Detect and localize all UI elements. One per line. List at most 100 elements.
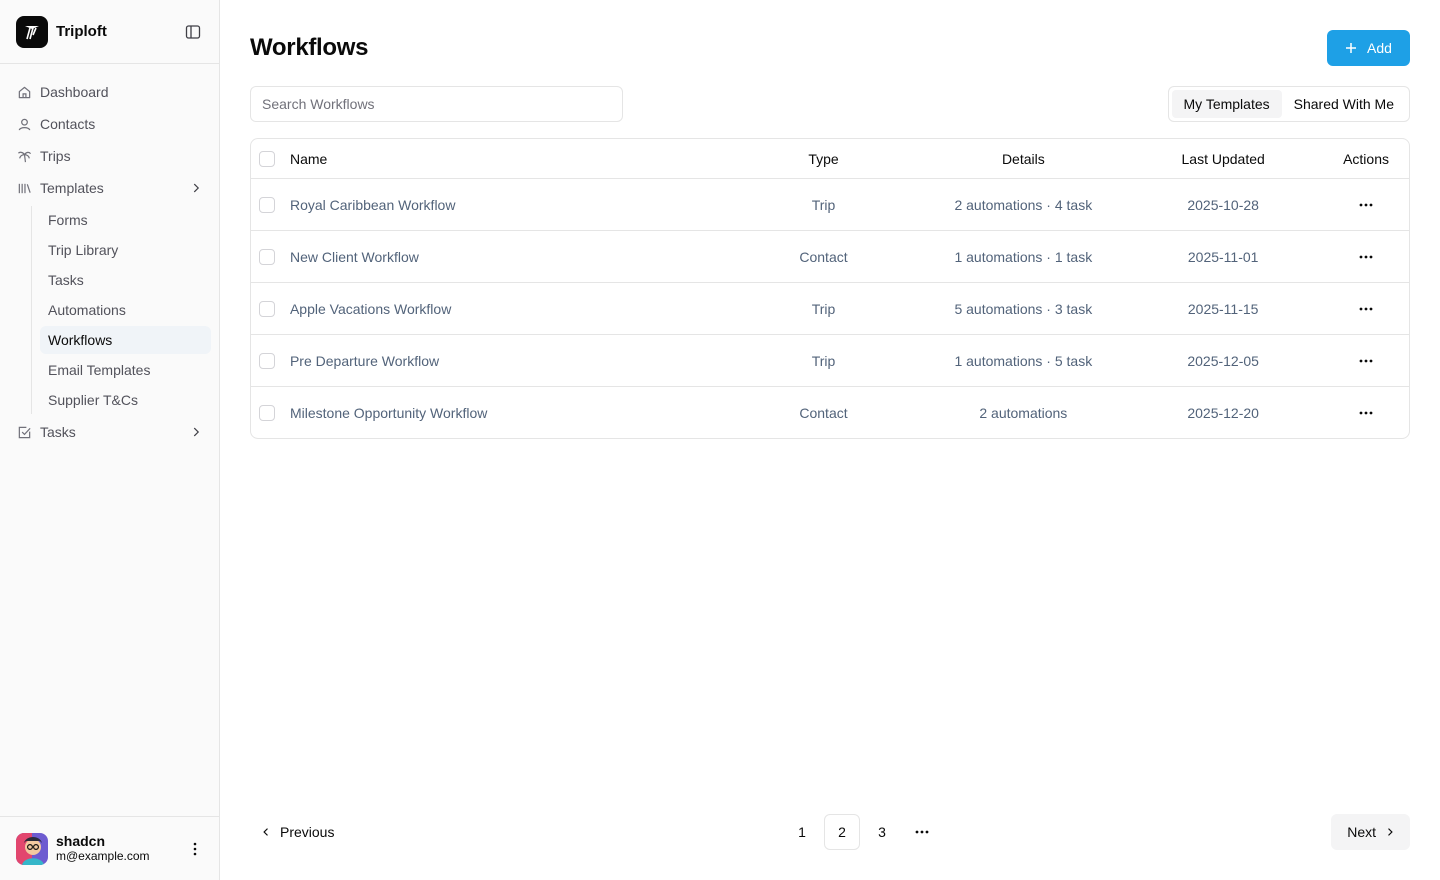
avatar [16, 832, 48, 865]
page-1-button[interactable]: 1 [784, 814, 820, 850]
logo-mark-icon [25, 25, 39, 39]
previous-page-button[interactable]: Previous [250, 814, 344, 850]
sidebar-item-trips[interactable]: Trips [8, 140, 211, 172]
column-header-actions: Actions [1343, 150, 1389, 167]
app-logo[interactable] [16, 15, 48, 48]
next-page-button[interactable]: Next [1331, 814, 1410, 850]
workflow-type: Contact [799, 248, 848, 265]
table-row[interactable]: New Client Workflow Contact 1 automation… [251, 230, 1409, 282]
table-row[interactable]: Apple Vacations Workflow Trip 5 automati… [251, 282, 1409, 334]
column-header-name[interactable]: Name [290, 151, 724, 167]
home-icon [16, 84, 32, 100]
sidebar-toggle-button[interactable] [183, 22, 203, 42]
sidebar: Triploft Dashboard Contacts Trips Templa… [0, 0, 220, 880]
workflow-name[interactable]: Royal Caribbean Workflow [290, 197, 724, 213]
more-horizontal-icon [1359, 411, 1373, 414]
workflow-last-updated: 2025-11-01 [1187, 248, 1259, 265]
add-button[interactable]: Add [1327, 30, 1410, 66]
row-checkbox[interactable] [259, 352, 275, 369]
chevron-right-icon [189, 181, 203, 195]
user-email: m@example.com [56, 848, 150, 863]
chevron-right-icon [189, 425, 203, 439]
more-vertical-icon [193, 842, 197, 855]
pagination: Previous 1 2 3 Next [250, 814, 1410, 850]
row-checkbox[interactable] [259, 300, 275, 317]
workflow-type: Trip [811, 196, 836, 213]
user-icon [16, 116, 32, 132]
square-check-icon [16, 424, 32, 440]
next-label: Next [1347, 824, 1376, 840]
chevron-right-icon [1384, 826, 1396, 838]
column-header-details[interactable]: Details [923, 151, 1123, 167]
table-row[interactable]: Pre Departure Workflow Trip 1 automation… [251, 334, 1409, 386]
sidebar-subitem-trip-library[interactable]: Trip Library [40, 236, 211, 264]
table-row[interactable]: Milestone Opportunity Workflow Contact 2… [251, 386, 1409, 438]
palm-tree-icon [16, 148, 32, 164]
more-horizontal-icon [1359, 307, 1373, 310]
sidebar-subitem-workflows[interactable]: Workflows [40, 326, 211, 354]
sidebar-item-templates[interactable]: Templates [8, 172, 211, 204]
sidebar-subitem-supplier-tcs[interactable]: Supplier T&Cs [40, 386, 211, 414]
row-checkbox[interactable] [259, 248, 275, 265]
page-2-button[interactable]: 2 [824, 814, 860, 850]
row-actions-button[interactable] [1354, 401, 1378, 425]
column-header-last-updated[interactable]: Last Updated [1123, 151, 1323, 167]
user-name: shadcn [56, 832, 106, 849]
workflow-last-updated: 2025-10-28 [1187, 196, 1259, 213]
workflow-type: Contact [799, 404, 848, 421]
workflow-name[interactable]: Milestone Opportunity Workflow [290, 405, 724, 421]
brand-header: Triploft [0, 0, 219, 64]
workflow-details: 2 automations [979, 404, 1068, 421]
row-actions-button[interactable] [1354, 297, 1378, 321]
workflow-name[interactable]: New Client Workflow [290, 249, 724, 265]
sidebar-subitem-email-templates[interactable]: Email Templates [40, 356, 211, 384]
workflow-details: 1 automations · 1 task [954, 248, 1093, 265]
sidebar-subitem-forms[interactable]: Forms [40, 206, 211, 234]
templates-subnav: Forms Trip Library Tasks Automations Wor… [31, 206, 211, 414]
ellipsis-icon [915, 830, 929, 834]
workflow-last-updated: 2025-12-20 [1187, 404, 1259, 421]
sidebar-item-label: Dashboard [40, 84, 109, 100]
workflows-table: Name Type Details Last Updated Actions R… [250, 138, 1410, 439]
sidebar-item-tasks[interactable]: Tasks [8, 416, 211, 448]
select-all-checkbox[interactable] [259, 150, 275, 167]
template-scope-toggle: My Templates Shared With Me [1167, 86, 1410, 122]
main-content: Workflows Add My Templates Shared With M… [220, 0, 1440, 880]
row-actions-button[interactable] [1354, 193, 1378, 217]
row-actions-button[interactable] [1354, 349, 1378, 373]
panel-left-icon [185, 24, 201, 39]
workflow-last-updated: 2025-12-05 [1187, 352, 1259, 369]
page-numbers: 1 2 3 [784, 814, 940, 850]
search-input[interactable] [250, 86, 623, 122]
plus-icon [1345, 42, 1357, 54]
workflow-last-updated: 2025-11-15 [1187, 300, 1259, 317]
column-header-type[interactable]: Type [724, 151, 924, 167]
sidebar-item-dashboard[interactable]: Dashboard [8, 76, 211, 108]
sidebar-item-contacts[interactable]: Contacts [8, 108, 211, 140]
workflow-name[interactable]: Pre Departure Workflow [290, 353, 724, 369]
page-3-button[interactable]: 3 [864, 814, 900, 850]
workflow-name[interactable]: Apple Vacations Workflow [290, 301, 724, 317]
more-pages-button[interactable] [904, 814, 940, 850]
sidebar-subitem-automations[interactable]: Automations [40, 296, 211, 324]
tab-shared-with-me[interactable]: Shared With Me [1282, 90, 1406, 118]
chevron-left-icon [260, 826, 272, 838]
page-title: Workflows [250, 34, 369, 61]
table-row[interactable]: Royal Caribbean Workflow Trip 2 automati… [251, 178, 1409, 230]
user-info: shadcn m@example.com [56, 832, 150, 864]
more-horizontal-icon [1359, 359, 1373, 362]
previous-label: Previous [280, 824, 335, 840]
library-icon [16, 180, 32, 196]
row-checkbox[interactable] [259, 404, 275, 421]
row-checkbox[interactable] [259, 196, 275, 213]
app-name: Triploft [56, 23, 107, 40]
user-menu-button[interactable] [187, 841, 203, 857]
sidebar-item-label: Tasks [40, 424, 76, 440]
sidebar-item-label: Contacts [40, 116, 96, 132]
row-actions-button[interactable] [1354, 245, 1378, 269]
workflow-type: Trip [811, 300, 836, 317]
sidebar-subitem-tasks[interactable]: Tasks [40, 266, 211, 294]
user-profile[interactable]: shadcn m@example.com [0, 816, 219, 880]
more-horizontal-icon [1359, 255, 1373, 258]
tab-my-templates[interactable]: My Templates [1171, 90, 1282, 118]
